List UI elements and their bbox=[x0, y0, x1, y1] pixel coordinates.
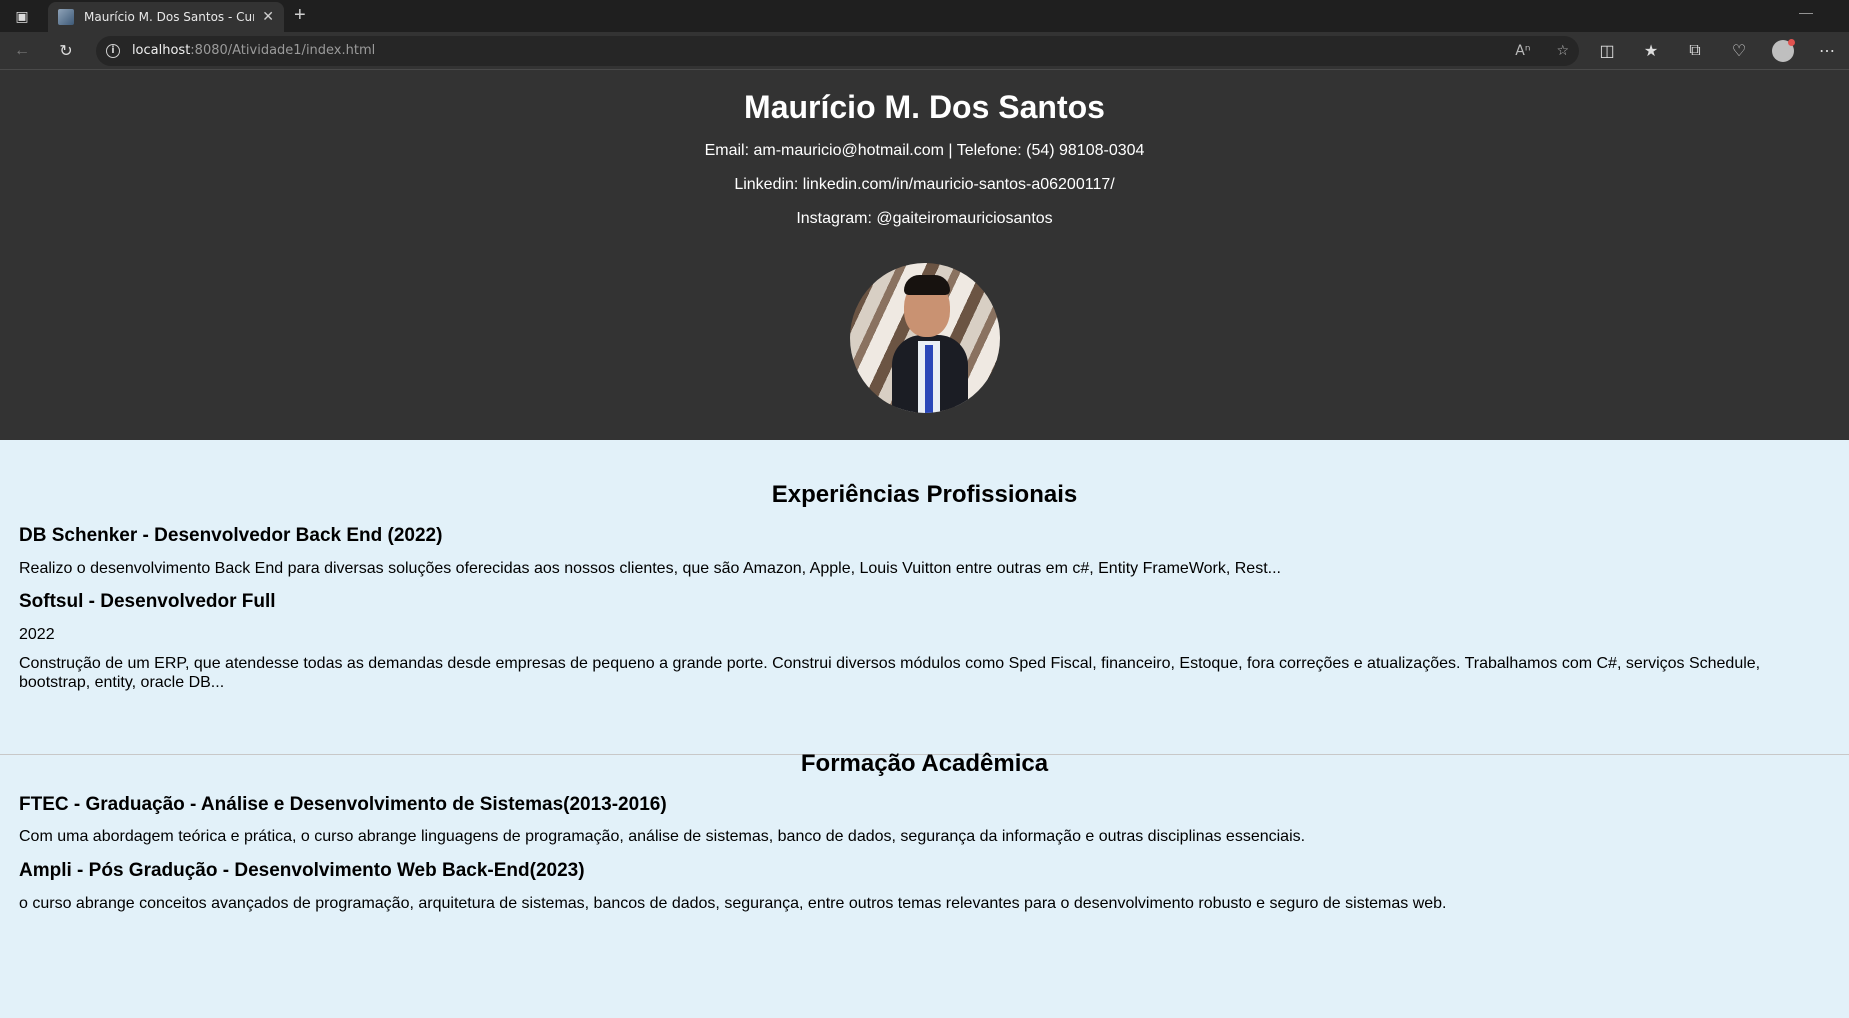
split-screen-icon[interactable]: ◫ bbox=[1585, 32, 1629, 70]
browser-tab-strip: ▣ Maurício M. Dos Santos - Currículo ✕ +… bbox=[0, 0, 1849, 32]
photo-hair bbox=[903, 275, 950, 295]
education-item-heading: FTEC - Graduação - Análise e Desenvolvim… bbox=[19, 794, 667, 815]
tab-actions-icon[interactable]: ▣ bbox=[0, 0, 44, 32]
experience-item-heading: DB Schenker - Desenvolvedor Back End (20… bbox=[19, 525, 443, 546]
url-path: :8080/Atividade1/index.html bbox=[190, 43, 376, 58]
tab-title: Maurício M. Dos Santos - Currículo bbox=[84, 10, 254, 24]
contact-instagram: Instagram: @gaiteiromauriciosantos bbox=[796, 210, 1053, 227]
toolbar-right-icons: ◫ ★ ⧉ ♡ ⋯ bbox=[1585, 32, 1849, 70]
tab-favicon-icon bbox=[58, 9, 74, 25]
experience-item-heading: Softsul - Desenvolvedor Full bbox=[19, 591, 276, 612]
education-item-description: o curso abrange conceitos avançados de p… bbox=[19, 895, 1447, 912]
resume-header: Maurício M. Dos Santos Email: am-maurici… bbox=[0, 70, 1849, 440]
read-aloud-icon[interactable]: Aⁿ bbox=[1515, 43, 1530, 59]
more-options-icon[interactable]: ⋯ bbox=[1805, 32, 1849, 70]
contact-linkedin: Linkedin: linkedin.com/in/mauricio-santo… bbox=[734, 176, 1115, 193]
site-info-icon[interactable]: i bbox=[105, 43, 120, 58]
new-tab-icon[interactable]: + bbox=[294, 0, 306, 32]
contact-email-phone: Email: am-mauricio@hotmail.com | Telefon… bbox=[704, 142, 1145, 159]
browser-essentials-icon[interactable]: ♡ bbox=[1717, 32, 1761, 70]
browser-toolbar: ← ↻ i localhost :8080/Atividade1/index.h… bbox=[0, 32, 1849, 70]
profile-avatar[interactable] bbox=[1761, 32, 1805, 70]
back-icon[interactable]: ← bbox=[0, 32, 44, 70]
experience-item-description: Realizo o desenvolvimento Back End para … bbox=[19, 560, 1281, 577]
address-bar[interactable]: i localhost :8080/Atividade1/index.html … bbox=[95, 35, 1579, 66]
close-tab-icon[interactable]: ✕ bbox=[262, 9, 274, 25]
profile-photo bbox=[849, 263, 1000, 413]
photo-tie bbox=[924, 345, 933, 413]
page-content: Maurício M. Dos Santos Email: am-maurici… bbox=[0, 70, 1849, 1018]
url-host: localhost bbox=[131, 43, 191, 58]
favorite-star-icon[interactable]: ☆ bbox=[1556, 43, 1569, 59]
favorites-icon[interactable]: ★ bbox=[1629, 32, 1673, 70]
minimize-icon[interactable]: — bbox=[1799, 4, 1813, 20]
refresh-icon[interactable]: ↻ bbox=[44, 32, 88, 70]
person-name: Maurício M. Dos Santos bbox=[744, 89, 1105, 125]
profile-icon bbox=[1772, 38, 1795, 62]
education-item-heading: Ampli - Pós Gradução - Desenvolvimento W… bbox=[19, 860, 585, 881]
education-item-description: Com uma abordagem teórica e prática, o c… bbox=[19, 828, 1306, 845]
experience-item-year: 2022 bbox=[19, 626, 55, 643]
education-title: Formação Acadêmica bbox=[800, 750, 1049, 777]
experience-title: Experiências Profissionais bbox=[771, 481, 1078, 508]
collections-icon[interactable]: ⧉ bbox=[1673, 32, 1717, 70]
browser-tab[interactable]: Maurício M. Dos Santos - Currículo ✕ bbox=[48, 2, 284, 32]
experience-item-description: Construção de um ERP, que atendesse toda… bbox=[19, 655, 1761, 691]
